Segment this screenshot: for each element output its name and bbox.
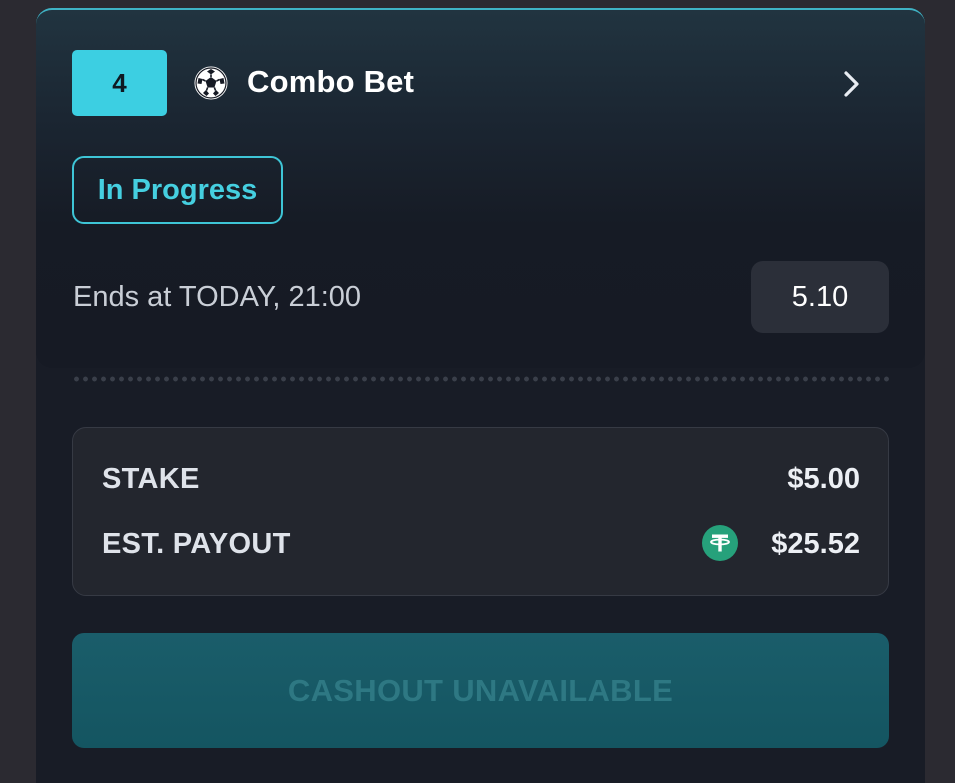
status-badge: In Progress <box>72 156 283 224</box>
bet-type-title: Combo Bet <box>247 64 415 99</box>
tether-usdt-icon <box>702 525 738 561</box>
bet-header-card[interactable]: 4 Combo Bet In Progress Ends at TODAY, 2… <box>36 8 925 368</box>
ticket-perforation-divider <box>72 375 889 383</box>
bet-slip-page: 4 Combo Bet In Progress Ends at TODAY, 2… <box>0 0 955 783</box>
selection-count-badge: 4 <box>72 50 167 116</box>
stake-value: $5.00 <box>787 463 860 495</box>
end-time-text: Ends at TODAY, 21:00 <box>73 281 362 313</box>
soccer-ball-icon <box>194 66 228 100</box>
total-odds-pill: 5.10 <box>751 261 889 333</box>
chevron-right-icon[interactable] <box>840 70 864 98</box>
stake-label: STAKE <box>102 463 200 495</box>
stake-summary-box: STAKE $5.00 EST. PAYOUT $25.52 <box>72 427 889 596</box>
est-payout-value: $25.52 <box>771 528 860 560</box>
est-payout-label: EST. PAYOUT <box>102 528 291 560</box>
cashout-button[interactable]: CASHOUT UNAVAILABLE <box>72 633 889 748</box>
